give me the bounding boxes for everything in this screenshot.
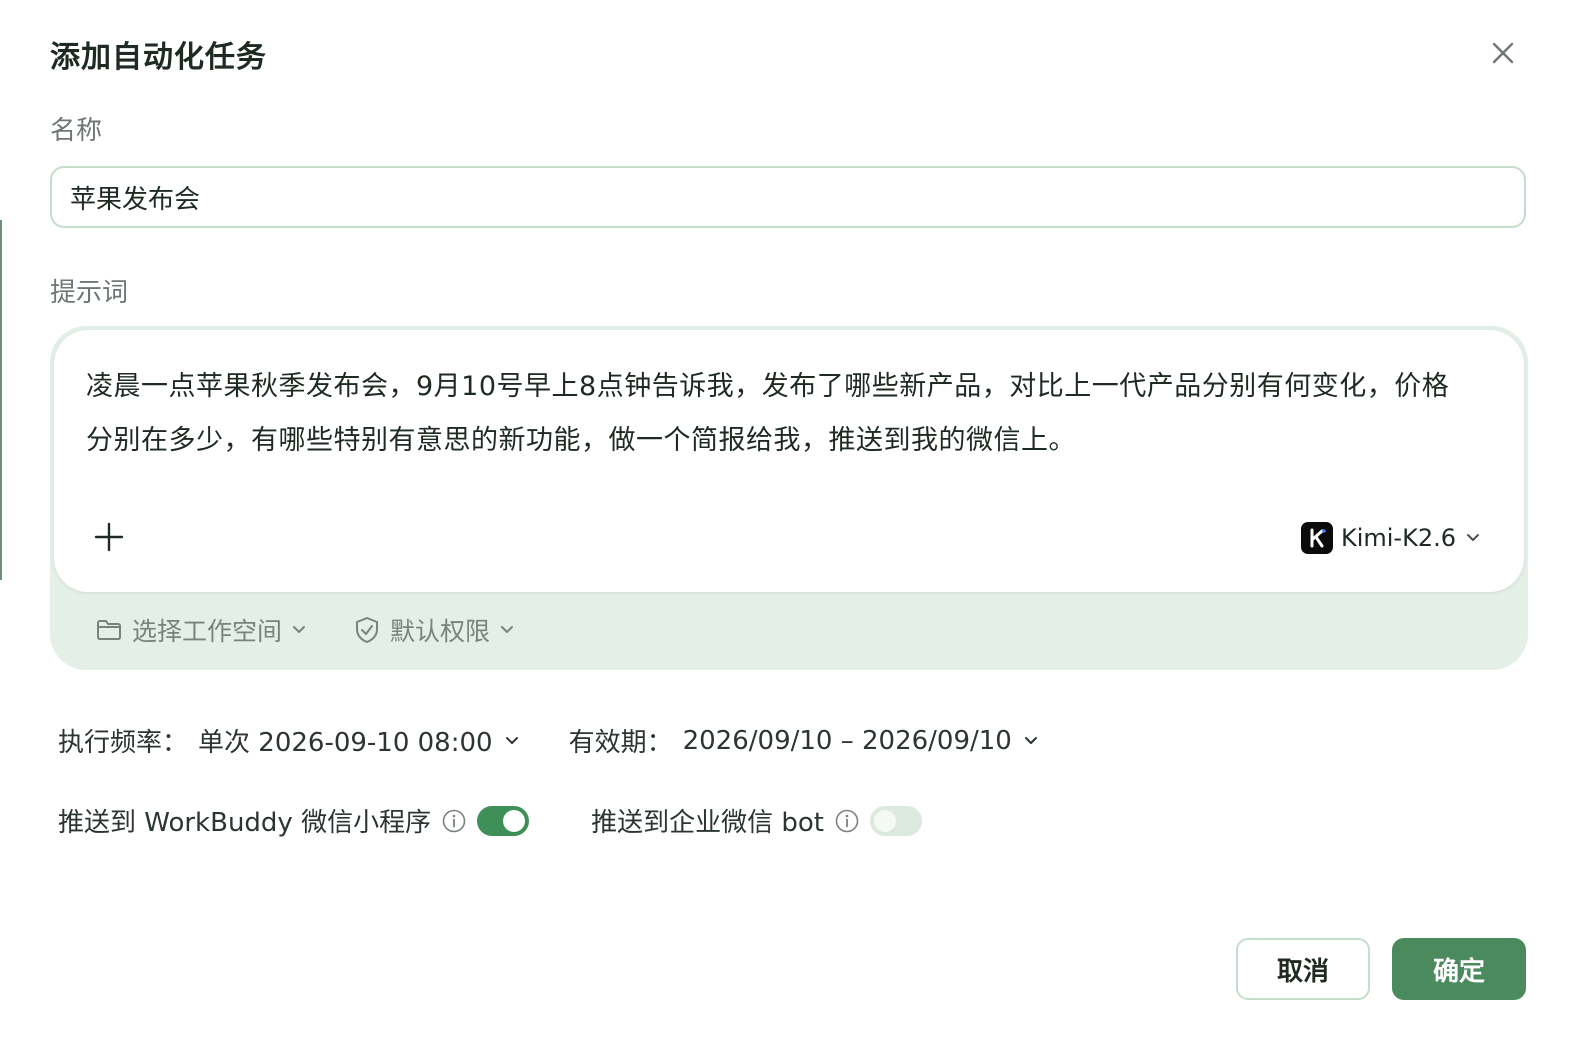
- plus-icon: [94, 522, 124, 552]
- kimi-logo-icon: [1300, 522, 1333, 554]
- workspace-label: 选择工作空间: [132, 617, 283, 646]
- frequency-selector[interactable]: 执行频率： 单次 2026-09-10 08:00: [58, 722, 521, 759]
- push-wecom-bot-option: 推送到企业微信 bot: [591, 802, 922, 839]
- close-icon: [1492, 42, 1514, 64]
- prompt-options-bar: 选择工作空间 默认权限: [94, 608, 560, 652]
- shield-check-icon: [356, 617, 379, 643]
- push-wechat-mini-label: 推送到 WorkBuddy 微信小程序: [58, 808, 432, 838]
- name-label: 名称: [50, 116, 103, 146]
- workspace-selector[interactable]: 选择工作空间: [94, 612, 308, 648]
- validity-value: 2026/09/10 – 2026/09/10: [682, 725, 1012, 756]
- chevron-down-icon: [501, 626, 514, 633]
- confirm-button[interactable]: 确定: [1392, 938, 1526, 1000]
- chevron-down-icon: [1467, 534, 1479, 541]
- frequency-label: 执行频率：: [58, 728, 189, 758]
- push-wecom-bot-label: 推送到企业微信 bot: [591, 808, 824, 838]
- push-wechat-mini-toggle[interactable]: [477, 805, 530, 836]
- validity-label: 有效期：: [568, 728, 673, 758]
- add-attachment-button[interactable]: [92, 520, 126, 554]
- name-input[interactable]: [50, 166, 1526, 228]
- close-button[interactable]: [1486, 36, 1520, 70]
- frequency-value: 单次 2026-09-10 08:00: [198, 728, 493, 758]
- model-label: Kimi-K2.6: [1340, 524, 1456, 552]
- schedule-row: 执行频率： 单次 2026-09-10 08:00 有效期： 2026/09/1…: [58, 722, 1040, 759]
- info-icon[interactable]: [834, 808, 860, 834]
- push-row: 推送到 WorkBuddy 微信小程序 推送到企业微信 bot: [58, 802, 922, 839]
- push-wechat-mini-option: 推送到 WorkBuddy 微信小程序: [58, 802, 530, 839]
- chevron-down-icon: [1024, 736, 1037, 744]
- validity-selector[interactable]: 有效期： 2026/09/10 – 2026/09/10: [569, 722, 1040, 759]
- right-gutter: [1568, 0, 1596, 1064]
- add-automation-task-dialog: 添加自动化任务 名称 提示词 凌晨一点苹果秋季发布会，9月10号早上8点钟告诉我…: [2, 0, 1568, 1044]
- chevron-down-icon: [293, 626, 306, 633]
- prompt-editor[interactable]: 凌晨一点苹果秋季发布会，9月10号早上8点钟告诉我，发布了哪些新产品，对比上一代…: [54, 330, 1524, 592]
- folder-icon: [97, 620, 121, 640]
- push-wecom-bot-toggle[interactable]: [869, 805, 922, 836]
- permission-selector[interactable]: 默认权限: [352, 612, 516, 648]
- prompt-label: 提示词: [50, 278, 129, 308]
- prompt-composer: 凌晨一点苹果秋季发布会，9月10号早上8点钟告诉我，发布了哪些新产品，对比上一代…: [50, 326, 1528, 670]
- model-selector[interactable]: Kimi-K2.6: [1300, 520, 1482, 556]
- chevron-down-icon: [505, 736, 518, 744]
- info-icon[interactable]: [441, 808, 467, 834]
- dialog-title: 添加自动化任务: [50, 40, 267, 75]
- prompt-text[interactable]: 凌晨一点苹果秋季发布会，9月10号早上8点钟告诉我，发布了哪些新产品，对比上一代…: [86, 360, 1466, 468]
- cancel-button[interactable]: 取消: [1236, 938, 1370, 1000]
- toggle-knob: [873, 809, 896, 832]
- permission-label: 默认权限: [390, 617, 491, 646]
- toggle-knob: [503, 809, 526, 832]
